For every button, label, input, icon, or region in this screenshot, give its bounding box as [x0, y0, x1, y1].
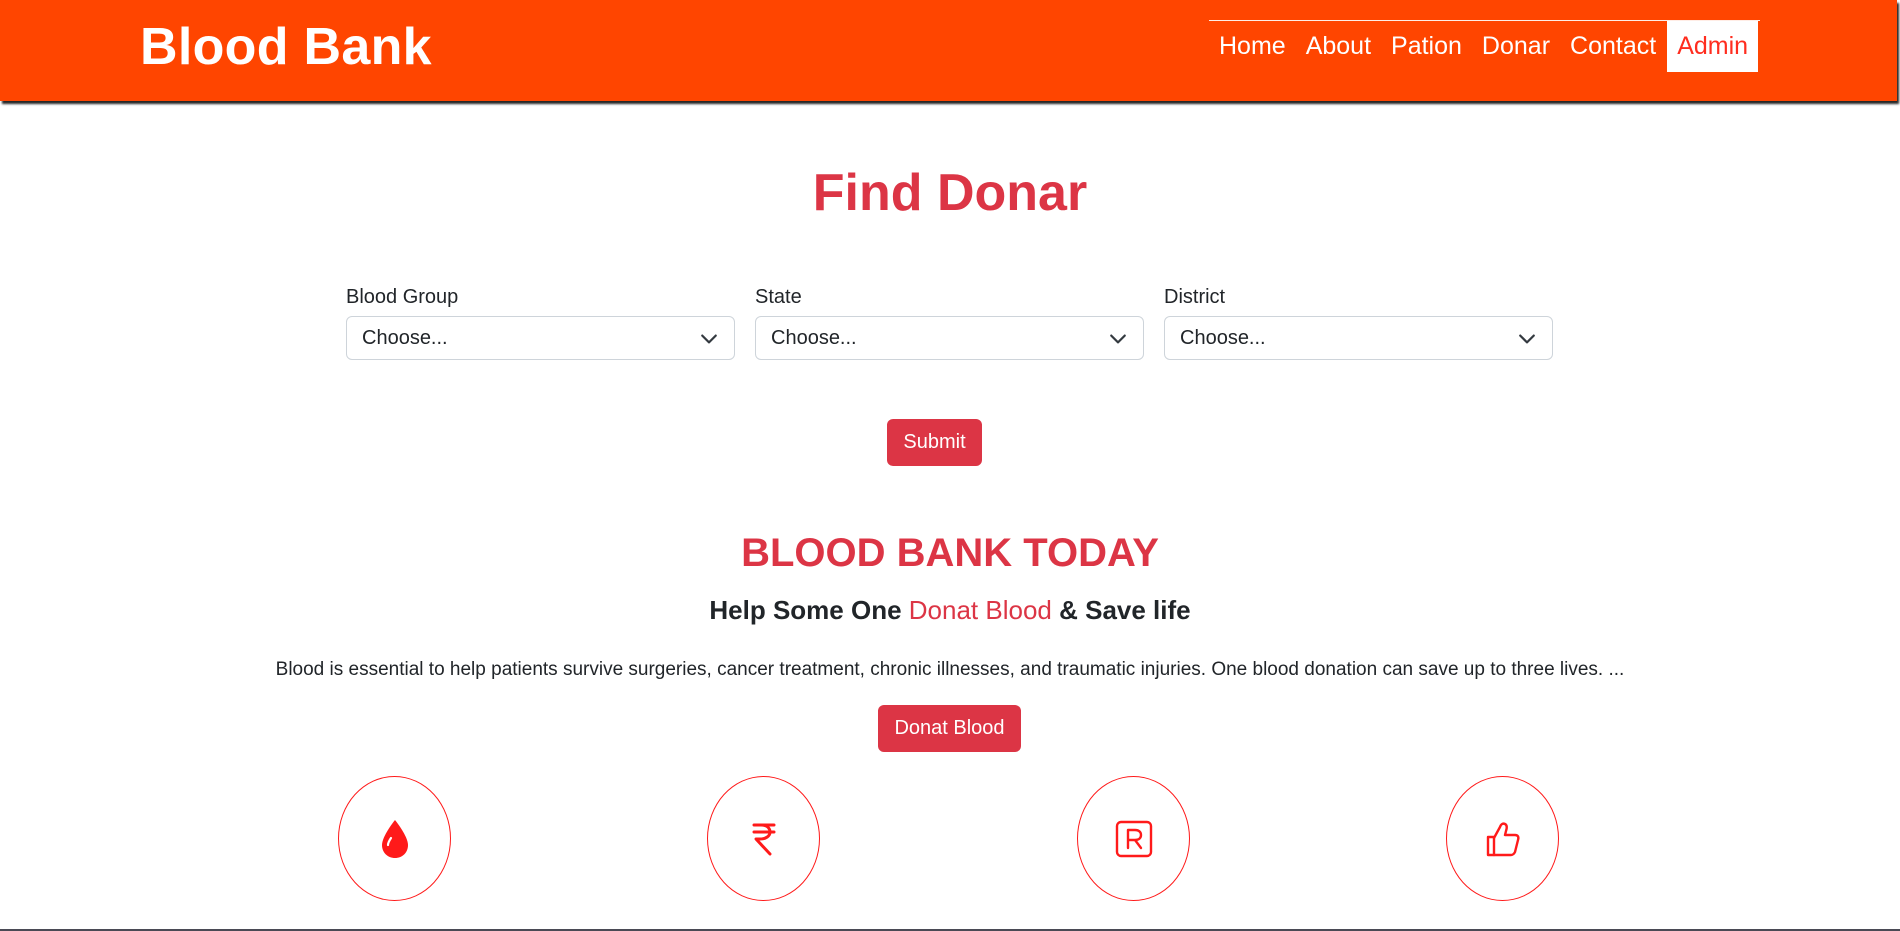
- blood-group-field: Blood Group Choose...: [346, 284, 735, 360]
- blood-group-value: Choose...: [362, 326, 448, 349]
- nav-admin[interactable]: Admin: [1667, 21, 1759, 72]
- thumbs-up-icon: [1486, 821, 1520, 856]
- feature-circle-registered[interactable]: [1077, 776, 1190, 901]
- blood-group-label: Blood Group: [346, 286, 459, 308]
- chevron-down-icon: [701, 334, 717, 344]
- district-field: District Choose...: [1164, 284, 1553, 360]
- feature-circle-blood[interactable]: [338, 776, 451, 901]
- nav-pation[interactable]: Pation: [1381, 21, 1472, 72]
- nav-home[interactable]: Home: [1209, 21, 1296, 72]
- feature-circle-rupee[interactable]: [707, 776, 820, 901]
- state-select[interactable]: Choose...: [755, 316, 1144, 360]
- chevron-down-icon: [1519, 334, 1535, 344]
- intro-paragraph: Blood is essential to help patients surv…: [275, 659, 1625, 680]
- nav-about[interactable]: About: [1296, 21, 1381, 72]
- tagline-start: Help Some One: [709, 595, 909, 625]
- navbar: Blood Bank Home About Pation Donar Conta…: [0, 0, 1897, 101]
- feature-circle-thumbs-up[interactable]: [1446, 776, 1559, 901]
- state-label: State: [755, 286, 802, 308]
- rupee-icon: [752, 823, 775, 855]
- brand-logo[interactable]: Blood Bank: [140, 16, 432, 78]
- tagline: Help Some One Donat Blood & Save life: [0, 592, 1900, 628]
- chevron-down-icon: [1110, 334, 1126, 344]
- blood-group-select[interactable]: Choose...: [346, 316, 735, 360]
- district-value: Choose...: [1180, 326, 1266, 349]
- tagline-end: & Save life: [1051, 595, 1191, 625]
- state-field: State Choose...: [755, 284, 1144, 360]
- nav-contact[interactable]: Contact: [1560, 21, 1666, 72]
- nav-menu: Home About Pation Donar Contact Admin: [1209, 20, 1760, 72]
- donat-blood-button[interactable]: Donat Blood: [878, 705, 1021, 752]
- submit-button[interactable]: Submit: [887, 419, 982, 466]
- district-label: District: [1164, 286, 1226, 308]
- find-donar-title: Find Donar: [812, 164, 1088, 222]
- state-value: Choose...: [771, 326, 857, 349]
- tagline-highlight: Donat Blood: [908, 595, 1052, 625]
- nav-donar[interactable]: Donar: [1472, 21, 1560, 72]
- registered-icon: [1115, 820, 1152, 857]
- page: Blood Bank Home About Pation Donar Conta…: [0, 0, 1900, 931]
- blood-drop-icon: [381, 819, 408, 858]
- district-select[interactable]: Choose...: [1164, 316, 1553, 360]
- blood-bank-today-heading: BLOOD BANK TODAY: [741, 531, 1159, 575]
